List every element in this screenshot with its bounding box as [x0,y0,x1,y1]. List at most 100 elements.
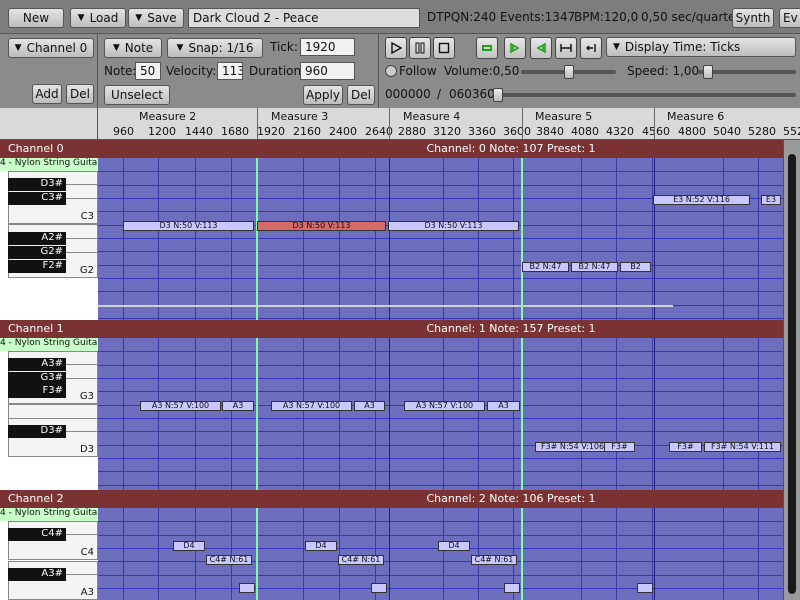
grid-beat-line [158,338,159,490]
add-channel-button[interactable]: Add [32,84,62,104]
note-block[interactable]: A3 N:57 V:100 [140,401,221,411]
ruler-measure-divider [257,108,258,139]
note-block[interactable]: D3 N:50 V:113 [123,221,254,231]
synth-button[interactable]: Synth [732,8,774,28]
note-block[interactable]: D4 [438,541,470,551]
loop-icon[interactable] [476,37,498,59]
grid-row-line [98,318,783,319]
ruler-measure-label: Measure 5 [535,110,593,123]
scrollbar-thumb[interactable] [788,154,796,594]
piano-black-key[interactable]: C3# [8,192,66,205]
velocity-input[interactable]: 113 [217,62,243,80]
position-slider-track[interactable] [498,93,796,97]
note-block[interactable]: F3# [604,442,635,452]
ruler-tick-label: 3840 [536,125,564,138]
mode-select[interactable]: Note [104,38,162,58]
note-block[interactable] [239,583,255,593]
display-time-select[interactable]: Display Time: Ticks [606,37,796,57]
del-channel-button[interactable]: Del [66,84,94,104]
grid-row-line [98,588,783,589]
del-note-button[interactable]: Del [347,85,375,105]
follow-toggle-icon[interactable] [385,65,397,77]
piano-black-key[interactable]: F3# [8,385,66,398]
note-block[interactable]: B2 [620,262,651,272]
piano-key-label: G2 [79,265,94,276]
note-grid[interactable]: A3 N:57 V:100 A3 A3 N:57 V:100 A3 A3 N:57 V:… [98,338,783,490]
channel-header[interactable]: Channel 1 Channel: 1 Note: 157 Preset: 1 [0,320,783,338]
tick-input[interactable]: 1920 [300,38,355,56]
vertical-scrollbar[interactable] [783,140,800,600]
note-block[interactable]: B2 N:47 [571,262,618,272]
note-block[interactable]: A3 N:57 V:100 [404,401,485,411]
note-block[interactable] [371,583,387,593]
note-grid[interactable]: E3 N:52 V:116 E3 D3 N:50 V:113 D3 N:50 V:11… [98,158,783,320]
loop-end-marker [521,158,523,320]
note-block[interactable]: A3 [487,401,520,411]
note-block[interactable]: E3 [761,195,781,205]
apply-button[interactable]: Apply [303,85,343,105]
note-block[interactable]: C4# N:61 [338,555,384,565]
note-block[interactable]: D4 [173,541,205,551]
grid-beat-line [375,338,376,490]
note-block[interactable]: C4# N:61 [471,555,517,565]
note-block[interactable]: D3 N:50 V:113 [388,221,519,231]
ruler-measure-divider [654,108,655,139]
piano-black-key[interactable]: A3# [8,568,66,581]
note-grid[interactable]: D4 C4# N:61 D4 C4# N:61 D4 C4# N:61 [98,508,783,600]
duration-value: 960 [305,64,328,78]
note-block[interactable]: C4# N:61 [206,555,252,565]
piano-black-key[interactable]: A2# [8,232,66,245]
stop-icon[interactable] [433,37,455,59]
loop-end-icon[interactable] [530,37,552,59]
channel-header[interactable]: Channel 0 Channel: 0 Note: 107 Preset: 1 [0,140,783,158]
piano-black-key[interactable]: G3# [8,372,66,385]
duration-input[interactable]: 960 [300,62,355,80]
ev-button[interactable]: Ev [779,8,800,28]
grid-row-line [98,485,783,486]
timeline-ruler[interactable]: 960 1200 1440 1680 1920 2160 2400 2640 2880 3120 3… [98,108,800,140]
pause-icon[interactable] [409,37,431,59]
piano-black-key[interactable]: C4# [8,528,66,541]
piano-black-key[interactable]: F2# [8,260,66,273]
ruler-tick-label: 2880 [398,125,426,138]
note-block[interactable]: A3 [354,401,385,411]
selected-note[interactable]: D3 N:50 V:113 [257,221,386,231]
note-block[interactable]: B2 N:47 [522,262,569,272]
note-block[interactable]: D4 [305,541,337,551]
loop-clear-icon[interactable] [580,37,602,59]
speed-slider-knob[interactable] [703,65,713,79]
loop-range-icon[interactable] [555,37,577,59]
piano-black-key[interactable]: D3# [8,425,66,438]
note-block[interactable] [637,583,653,593]
channel-header[interactable]: Channel 2 Channel: 2 Note: 106 Preset: 1 [0,490,783,508]
position-slider-knob[interactable] [493,88,503,102]
piano-keyboard[interactable]: 4 - Nylon String GuitarD4C4B3A3C4#A3# [0,508,98,600]
note-input[interactable]: 50 [135,62,161,80]
piano-keyboard[interactable]: 4 - Nylon String GuitarE3D3C3B2A2G2D3#C3… [0,158,98,320]
channel-select[interactable]: Channel 0 [8,38,94,58]
load-button[interactable]: Load [70,8,126,28]
snap-select[interactable]: Snap: 1/16 [167,38,263,58]
new-button[interactable]: New [8,8,64,28]
piano-keyboard[interactable]: 4 - Nylon String GuitarB3A3G3F3E3D3A3#G3… [0,338,98,490]
loop-start-icon[interactable] [504,37,526,59]
note-block[interactable]: A3 N:57 V:100 [271,401,352,411]
loop-end-marker [521,338,523,490]
ruler-tick-label: 3360 [468,125,496,138]
unselect-button[interactable]: Unselect [104,85,170,105]
note-block[interactable]: E3 N:52 V:116 [653,195,750,205]
save-button[interactable]: Save [128,8,184,28]
note-block[interactable]: F3# N:54 V:106 [535,442,610,452]
note-block[interactable]: F3# N:54 V:111 [704,442,781,452]
piano-black-key[interactable]: G2# [8,246,66,259]
play-icon[interactable] [385,37,407,59]
piano-black-key[interactable]: D3# [8,178,66,191]
volume-slider-knob[interactable] [563,65,574,79]
note-block[interactable] [504,583,520,593]
song-title-input[interactable]: Dark Cloud 2 - Peace [188,8,420,28]
note-block[interactable]: F3# [669,442,702,452]
grid-beat-line [339,338,340,490]
note-block[interactable]: A3 [222,401,254,411]
piano-black-key[interactable]: A3# [8,358,66,371]
grid-row-line [98,458,783,459]
